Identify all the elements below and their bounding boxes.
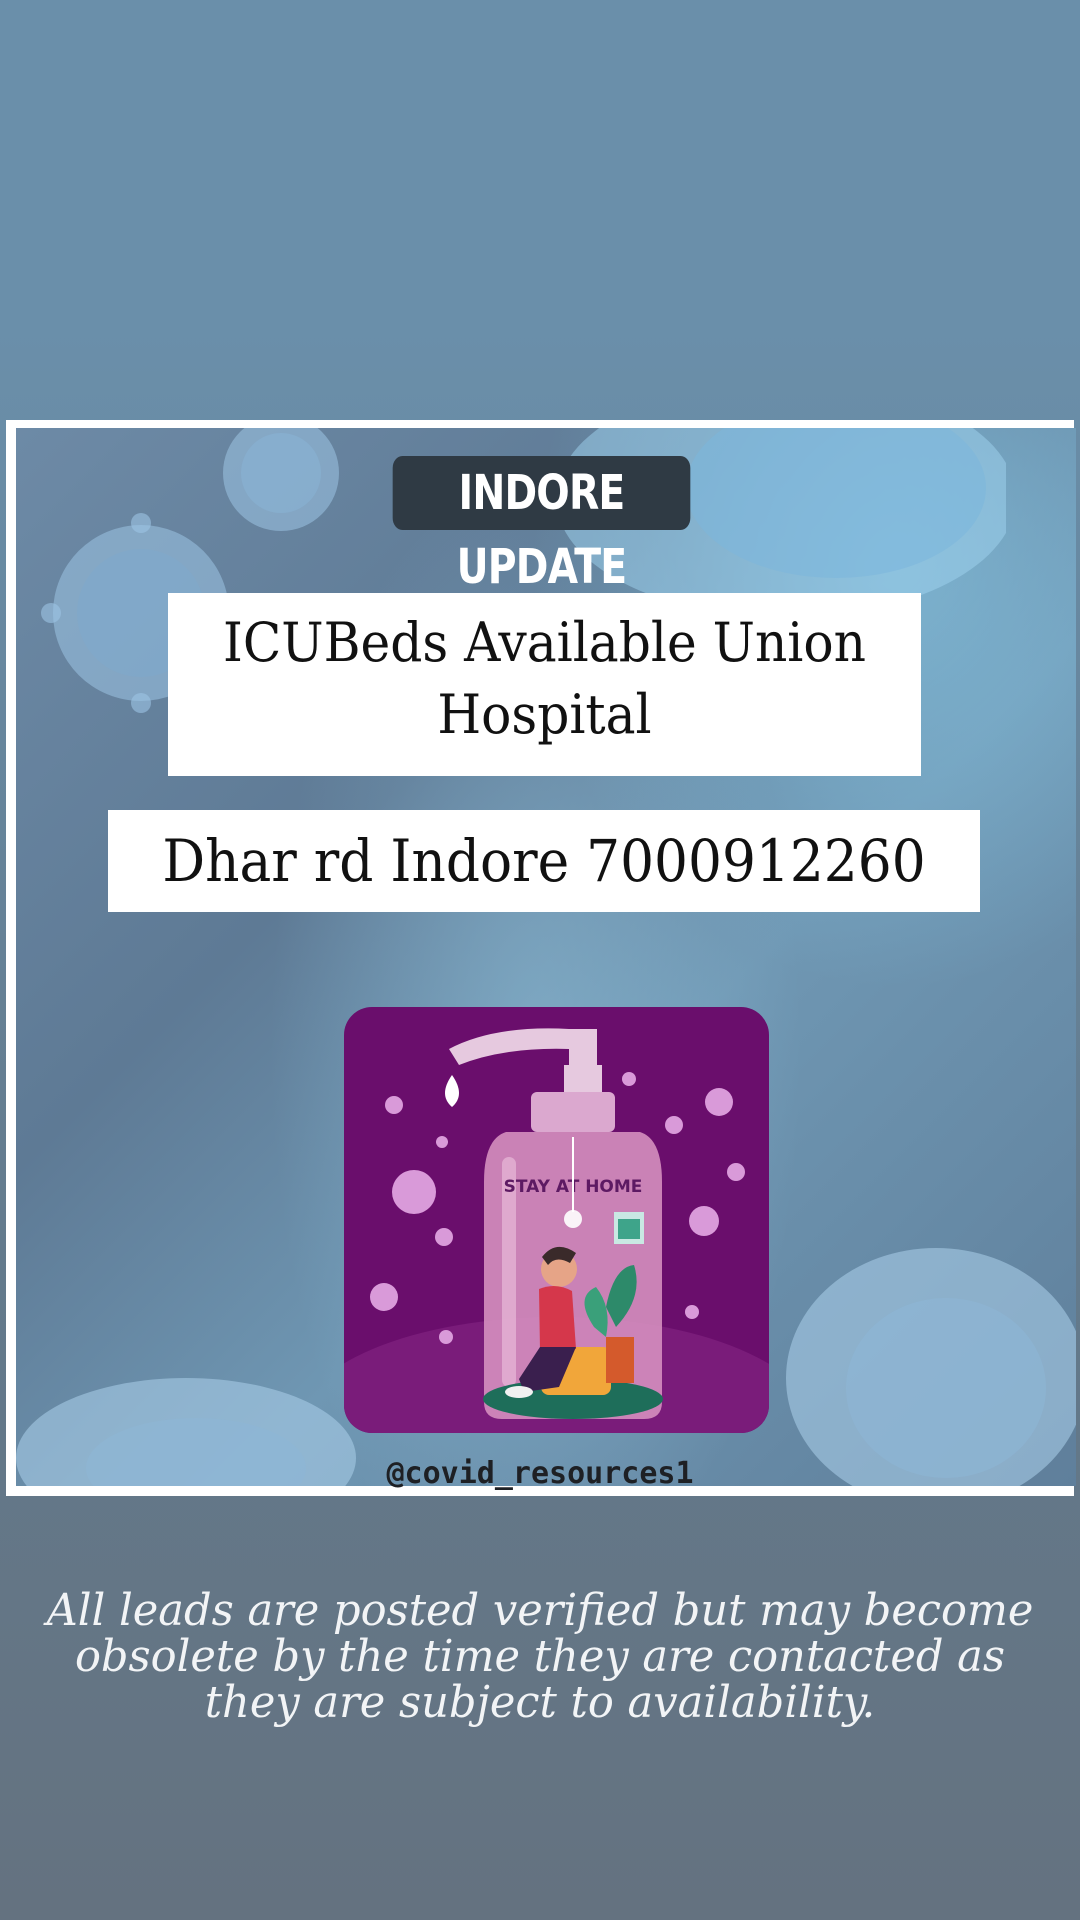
address-card: Dhar rd Indore 7000912260 [108, 810, 980, 912]
address-phone-text: Dhar rd Indore 7000912260 [162, 827, 926, 895]
disclaimer-text: All leads are posted verified but may be… [46, 1585, 1034, 1728]
coronavirus-decoration-icon [786, 1248, 1076, 1486]
headline-card: ICUBeds Available Union Hospital [168, 593, 921, 776]
headline-text: ICUBeds Available Union Hospital [223, 611, 866, 746]
instagram-handle: @covid_resources1 [386, 1456, 694, 1491]
stay-at-home-illustration: STAY AT HOME [344, 1007, 769, 1433]
location-update-badge: INDORE UPDATE [392, 456, 691, 595]
